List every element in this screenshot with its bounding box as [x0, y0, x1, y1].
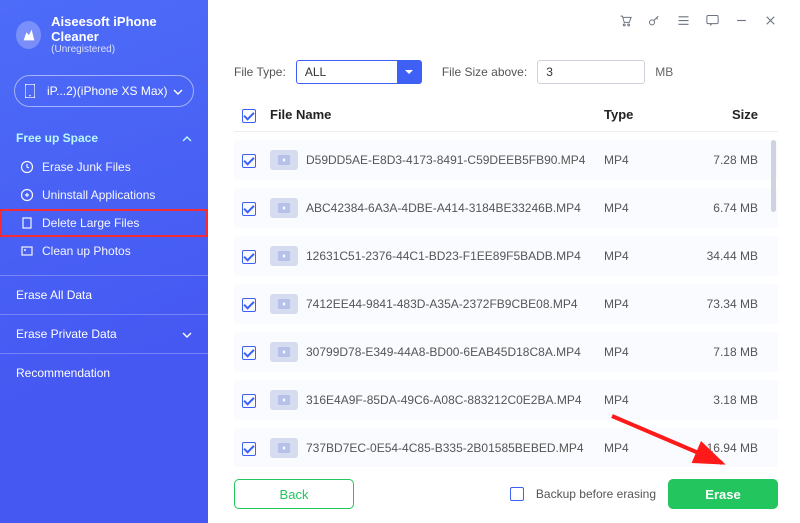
- file-type: MP4: [604, 441, 676, 455]
- app-title: Aiseesoft iPhone Cleaner: [51, 14, 192, 44]
- clock-icon: [20, 160, 34, 174]
- nav-delete-large-files[interactable]: Delete Large Files: [0, 209, 208, 237]
- file-type: MP4: [604, 393, 676, 407]
- brand: Aiseesoft iPhone Cleaner (Unregistered): [0, 14, 208, 65]
- file-name: 30799D78-E349-44A8-BD00-6EAB45D18C8A.MP4: [306, 345, 604, 359]
- col-header-size[interactable]: Size: [676, 107, 764, 122]
- file-type: MP4: [604, 153, 676, 167]
- table-row[interactable]: 12631C51-2376-44C1-BD23-F1EE89F5BADB.MP4…: [234, 236, 778, 276]
- file-size: 73.34 MB: [676, 297, 764, 311]
- col-header-type[interactable]: Type: [604, 107, 676, 122]
- video-thumb-icon: [270, 390, 298, 410]
- section-erase-private-data[interactable]: Erase Private Data: [0, 319, 208, 349]
- file-size: 6.74 MB: [676, 201, 764, 215]
- file-size-input[interactable]: [537, 60, 645, 84]
- minimize-icon[interactable]: [734, 13, 749, 28]
- phone-icon: [25, 84, 35, 98]
- row-checkbox[interactable]: [242, 442, 256, 456]
- col-header-name[interactable]: File Name: [270, 107, 604, 122]
- video-thumb-icon: [270, 246, 298, 266]
- nav-item-label: Delete Large Files: [42, 216, 139, 230]
- table-row[interactable]: 737BD7EC-0E54-4C85-B335-2B01585BEBED.MP4…: [234, 428, 778, 467]
- video-thumb-icon: [270, 198, 298, 218]
- row-checkbox[interactable]: [242, 154, 256, 168]
- nav-uninstall-applications[interactable]: Uninstall Applications: [0, 181, 208, 209]
- section-recommendation[interactable]: Recommendation: [0, 358, 208, 388]
- app-logo-icon: [16, 21, 41, 49]
- file-type: MP4: [604, 345, 676, 359]
- photo-icon: [20, 244, 34, 258]
- chevron-down-icon: [182, 327, 192, 341]
- apps-icon: [20, 188, 34, 202]
- row-checkbox[interactable]: [242, 298, 256, 312]
- file-name: D59DD5AE-E8D3-4173-8491-C59DEEB5FB90.MP4: [306, 153, 604, 167]
- erase-button[interactable]: Erase: [668, 479, 778, 509]
- backup-checkbox[interactable]: [510, 487, 524, 501]
- video-thumb-icon: [270, 150, 298, 170]
- file-size: 16.94 MB: [676, 441, 764, 455]
- file-size: 7.28 MB: [676, 153, 764, 167]
- dropdown-arrow-icon: [397, 61, 421, 83]
- nav-clean-up-photos[interactable]: Clean up Photos: [0, 237, 208, 265]
- file-name: 7412EE44-9841-483D-A35A-2372FB9CBE08.MP4: [306, 297, 604, 311]
- file-size: 3.18 MB: [676, 393, 764, 407]
- file-name: 316E4A9F-85DA-49C6-A08C-883212C0E2BA.MP4: [306, 393, 604, 407]
- file-name: 737BD7EC-0E54-4C85-B335-2B01585BEBED.MP4: [306, 441, 604, 455]
- chevron-down-icon: [173, 84, 183, 98]
- table-row[interactable]: 316E4A9F-85DA-49C6-A08C-883212C0E2BA.MP4…: [234, 380, 778, 420]
- file-name: ABC42384-6A3A-4DBE-A414-3184BE33246B.MP4: [306, 201, 604, 215]
- table-row[interactable]: 7412EE44-9841-483D-A35A-2372FB9CBE08.MP4…: [234, 284, 778, 324]
- key-icon[interactable]: [647, 13, 662, 28]
- file-icon: [20, 216, 34, 230]
- filters-bar: File Type: ALL File Size above: MB: [234, 60, 778, 84]
- nav-item-label: Erase Junk Files: [42, 160, 131, 174]
- row-checkbox[interactable]: [242, 202, 256, 216]
- close-icon[interactable]: [763, 13, 778, 28]
- sidebar: Aiseesoft iPhone Cleaner (Unregistered) …: [0, 0, 208, 523]
- file-name: 12631C51-2376-44C1-BD23-F1EE89F5BADB.MP4: [306, 249, 604, 263]
- footer: Back Backup before erasing Erase: [234, 467, 778, 509]
- file-type: MP4: [604, 201, 676, 215]
- app-status: (Unregistered): [51, 44, 192, 55]
- titlebar: [234, 10, 778, 30]
- file-list: D59DD5AE-E8D3-4173-8491-C59DEEB5FB90.MP4…: [234, 140, 778, 467]
- file-type: MP4: [604, 297, 676, 311]
- table-row[interactable]: ABC42384-6A3A-4DBE-A414-3184BE33246B.MP4…: [234, 188, 778, 228]
- menu-icon[interactable]: [676, 13, 691, 28]
- row-checkbox[interactable]: [242, 346, 256, 360]
- table-row[interactable]: 30799D78-E349-44A8-BD00-6EAB45D18C8A.MP4…: [234, 332, 778, 372]
- file-type-label: File Type:: [234, 65, 286, 79]
- select-all-checkbox[interactable]: [242, 109, 256, 123]
- table-header: File Name Type Size: [234, 106, 778, 132]
- row-checkbox[interactable]: [242, 250, 256, 264]
- file-size: 34.44 MB: [676, 249, 764, 263]
- file-size: 7.18 MB: [676, 345, 764, 359]
- nav-item-label: Uninstall Applications: [42, 188, 155, 202]
- nav-item-label: Clean up Photos: [42, 244, 131, 258]
- section-erase-all-data[interactable]: Erase All Data: [0, 280, 208, 310]
- backup-label: Backup before erasing: [536, 487, 656, 501]
- file-size-unit: MB: [655, 65, 673, 79]
- nav-erase-junk-files[interactable]: Erase Junk Files: [0, 153, 208, 181]
- table-row[interactable]: D59DD5AE-E8D3-4173-8491-C59DEEB5FB90.MP4…: [234, 140, 778, 180]
- chevron-up-icon: [182, 131, 192, 145]
- file-size-label: File Size above:: [442, 65, 527, 79]
- back-button[interactable]: Back: [234, 479, 354, 509]
- device-selector[interactable]: iP...2)(iPhone XS Max): [14, 75, 194, 107]
- cart-icon[interactable]: [618, 13, 633, 28]
- section-free-up-space[interactable]: Free up Space: [0, 123, 208, 153]
- device-label: iP...2)(iPhone XS Max): [47, 84, 168, 98]
- file-type-select[interactable]: ALL: [296, 60, 422, 84]
- file-type: MP4: [604, 249, 676, 263]
- scrollbar[interactable]: [771, 140, 776, 212]
- video-thumb-icon: [270, 294, 298, 314]
- row-checkbox[interactable]: [242, 394, 256, 408]
- video-thumb-icon: [270, 342, 298, 362]
- main-panel: File Type: ALL File Size above: MB File …: [208, 0, 800, 523]
- video-thumb-icon: [270, 438, 298, 458]
- feedback-icon[interactable]: [705, 13, 720, 28]
